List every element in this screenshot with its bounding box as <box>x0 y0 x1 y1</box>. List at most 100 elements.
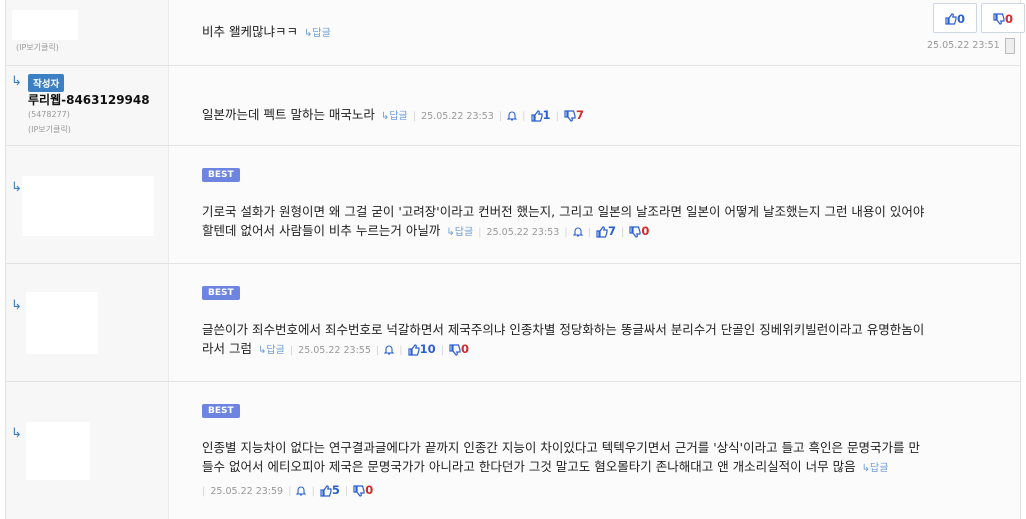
avatar[interactable] <box>26 292 98 354</box>
upvote-button[interactable]: 10 <box>408 341 436 356</box>
comment-row: ↳ BEST 인종별 지능차이 없다는 연구결과글에다가 끝까지 인종간 지능이… <box>6 382 1020 519</box>
comment-line-2: 할텐데 없어서 사람들이 비추 누르는거 아닐까 ↳답글 | 25.05.22 23:… <box>202 223 650 238</box>
comment-author-panel: ↳ <box>6 146 169 263</box>
avatar[interactable] <box>12 10 78 40</box>
reply-button[interactable]: ↳답글 <box>446 227 473 238</box>
comment-author-panel: ↳ <box>6 382 169 519</box>
comment-line-1: 기로국 설화가 원형이면 왜 그걸 굳이 '고려장'이라고 컨버전 했는지, 그… <box>202 204 925 219</box>
comment-text: 비추 왤케많냐ㅋㅋ ↳답글 <box>202 22 1012 43</box>
thumbs-down-icon <box>564 109 576 122</box>
thumbs-down-icon <box>449 343 461 356</box>
reply-arrow-icon: ↳ <box>861 463 871 474</box>
reply-label: 답글 <box>870 463 889 474</box>
downvote-count: 0 <box>641 224 650 238</box>
ip-view-link[interactable]: (IP보기클릭) <box>28 124 71 135</box>
thumbs-up-icon <box>596 225 608 238</box>
report-bell-icon[interactable] <box>384 345 395 355</box>
upvote-count: 0 <box>956 12 965 26</box>
comment-row: ↳ 작성자 루리웹-8463129948 (5478277) (IP보기클릭) … <box>6 66 1020 146</box>
reply-button[interactable]: ↳답글 <box>381 111 408 122</box>
user-id: (5478277) <box>28 110 70 119</box>
comment-line-2: 들수 없어서 에티오피아 제국은 문명국가가 아니라고 한다던가 그것 말고도 … <box>202 457 1012 478</box>
upvote-count: 1 <box>542 108 551 122</box>
downvote-count: 7 <box>575 108 584 122</box>
downvote-button[interactable]: 0 <box>981 3 1025 33</box>
ip-view-link[interactable]: (IP보기클릭) <box>16 42 59 53</box>
comment-content: 들수 없어서 에티오피아 제국은 문명국가가 아니라고 한다던가 그것 말고도 … <box>202 459 856 474</box>
comment-body: BEST 인종별 지능차이 없다는 연구결과글에다가 끝까지 인종간 지능이 차… <box>169 382 1020 519</box>
comment-meta-line: | 25.05.22 23:59 | | 5 | 0 <box>202 482 374 497</box>
report-bell-icon[interactable] <box>296 486 307 496</box>
comment-date: 25.05.22 23:55 <box>298 345 371 356</box>
best-badge: BEST <box>202 168 240 182</box>
comment-body: BEST 기로국 설화가 원형이면 왜 그걸 굳이 '고려장'이라고 컨버전 했… <box>169 146 1020 263</box>
downvote-button[interactable]: 0 <box>629 223 649 238</box>
report-bell-icon[interactable] <box>507 111 518 121</box>
comment-content: 비추 왤케많냐ㅋㅋ <box>202 24 298 39</box>
comment-row: ↳ BEST 글쓴이가 죄수번호에서 죄수번호로 넉갈하면서 제국주의냐 인종차… <box>6 264 1020 382</box>
comment-author-panel: ↳ <box>6 264 169 381</box>
comment-line-1: 인종별 지능차이 없다는 연구결과글에다가 끝까지 인종간 지능이 차이있다고 … <box>202 440 921 455</box>
thumbs-up-icon <box>530 109 543 122</box>
comment-body: BEST 글쓴이가 죄수번호에서 죄수번호로 넉갈하면서 제국주의냐 인종차별 … <box>169 264 1020 381</box>
username[interactable]: 루리웹-8463129948 <box>28 91 150 108</box>
reply-arrow-icon: ↳ <box>446 227 455 238</box>
comment-body: 일본까는데 펙트 말하는 매국노라 ↳답글 | 25.05.22 23:53 | | 1 | 7 <box>169 66 1020 145</box>
upvote-count: 10 <box>419 342 436 356</box>
downvote-count: 0 <box>365 483 374 497</box>
reply-indent-icon: ↳ <box>11 298 22 313</box>
best-badge: BEST <box>202 286 240 300</box>
author-badge: 작성자 <box>28 74 65 92</box>
reply-indent-icon: ↳ <box>11 180 22 195</box>
comment-list: (IP보기클릭) 비추 왤케많냐ㅋㅋ ↳답글 0 0 25.05.22 23:51… <box>5 0 1025 519</box>
comment-text: 인종별 지능차이 없다는 연구결과글에다가 끝까지 인종간 지능이 차이있다고 … <box>202 438 1012 501</box>
upvote-button[interactable]: 0 <box>933 3 977 33</box>
comment-date: 25.05.22 23:53 <box>486 227 560 238</box>
comment-author-panel: ↳ 작성자 루리웹-8463129948 (5478277) (IP보기클릭) <box>6 66 169 145</box>
report-bell-icon[interactable] <box>572 227 583 237</box>
comment-date: 25.05.22 23:51 <box>927 40 1000 51</box>
comment-row: (IP보기클릭) 비추 왤케많냐ㅋㅋ ↳답글 0 0 25.05.22 23:51 <box>6 0 1025 66</box>
comment-date: 25.05.22 23:53 <box>421 111 494 122</box>
thumbs-up-icon <box>408 343 420 356</box>
comment-content: 할텐데 없어서 사람들이 비추 누르는거 아닐까 <box>202 223 441 238</box>
thumbs-up-icon <box>945 12 957 25</box>
reply-indent-icon: ↳ <box>11 426 22 441</box>
avatar[interactable] <box>22 176 154 236</box>
reply-label: 답글 <box>312 28 331 39</box>
upvote-button[interactable]: 1 <box>530 107 551 122</box>
reply-button[interactable]: ↳답글 <box>258 345 285 356</box>
thumbs-down-icon <box>993 12 1005 25</box>
thumbs-down-icon <box>353 484 365 497</box>
comment-row: ↳ BEST 기로국 설화가 원형이면 왜 그걸 굳이 '고려장'이라고 컨버전… <box>6 146 1020 264</box>
reply-label: 답글 <box>389 111 408 122</box>
downvote-button[interactable]: 7 <box>564 107 584 122</box>
comment-author-panel: (IP보기클릭) <box>6 0 169 65</box>
downvote-count: 0 <box>461 342 470 356</box>
comment-content: 라서 그럼 <box>202 341 252 356</box>
comment-text: 기로국 설화가 원형이면 왜 그걸 굳이 '고려장'이라고 컨버전 했는지, 그… <box>202 202 1012 242</box>
comment-body: 비추 왤케많냐ㅋㅋ ↳답글 0 0 25.05.22 23:51 <box>169 0 1025 65</box>
upvote-button[interactable]: 7 <box>596 223 616 238</box>
upvote-count: 5 <box>331 483 340 497</box>
upvote-button[interactable]: 5 <box>320 482 340 497</box>
reply-label: 답글 <box>454 227 474 238</box>
thumbs-down-icon <box>629 225 641 238</box>
upvote-count: 7 <box>608 224 617 238</box>
best-badge: BEST <box>202 404 240 418</box>
downvote-button[interactable]: 0 <box>449 341 469 356</box>
reply-button[interactable]: ↳답글 <box>862 463 889 474</box>
avatar[interactable] <box>26 422 90 480</box>
downvote-count: 0 <box>1004 12 1013 26</box>
scrollbar-handle[interactable] <box>1005 38 1015 54</box>
reply-button[interactable]: ↳답글 <box>304 28 331 39</box>
downvote-button[interactable]: 0 <box>353 482 373 497</box>
reply-label: 답글 <box>266 345 285 356</box>
thumbs-up-icon <box>320 484 332 497</box>
comment-text: 일본까는데 펙트 말하는 매국노라 ↳답글 | 25.05.22 23:53 | | 1 | 7 <box>202 107 584 122</box>
comment-date: 25.05.22 23:59 <box>210 486 284 497</box>
comment-text: 글쓴이가 죄수번호에서 죄수번호로 넉갈하면서 제국주의냐 인종차별 정당화하는… <box>202 320 1012 360</box>
comment-line-1: 글쓴이가 죄수번호에서 죄수번호로 넉갈하면서 제국주의냐 인종차별 정당화하는… <box>202 322 925 337</box>
reply-indent-icon: ↳ <box>11 74 22 89</box>
comment-line-2: 라서 그럼 ↳답글 | 25.05.22 23:55 | | 10 | 0 <box>202 341 470 356</box>
